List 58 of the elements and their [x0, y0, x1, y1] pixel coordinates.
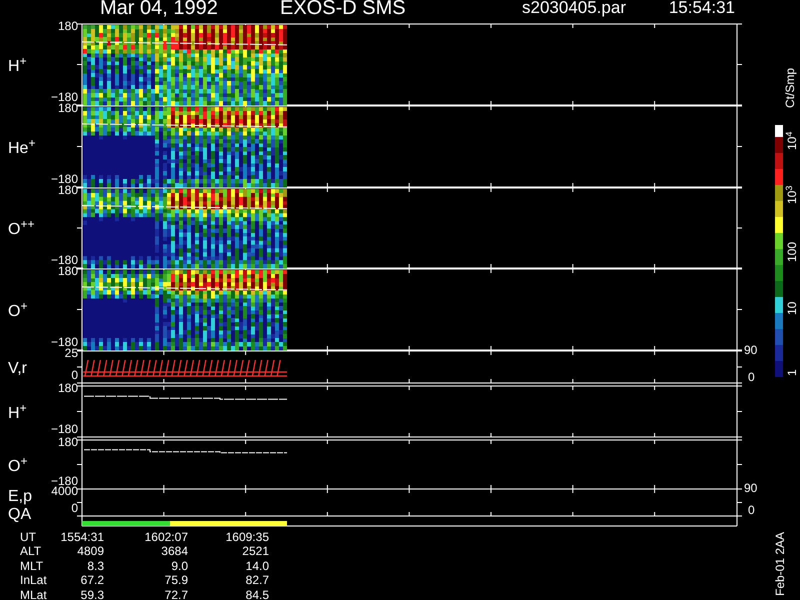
table-cell: 1602:07 [144, 530, 188, 543]
axis-tick-label: 0 [748, 370, 755, 383]
row-label: InLat [20, 574, 47, 586]
color-scale-unit: Ct/Smp [784, 68, 796, 108]
axis-tick-label: −180 [50, 90, 78, 103]
footer-label: Feb-01 2AA [774, 532, 786, 596]
color-scale-tick-label: 10 [786, 302, 798, 315]
panel-label: He$^{+}$ [8, 140, 36, 157]
axis-tick-label: 180 [58, 20, 78, 32]
table-cell: 1609:35 [226, 530, 269, 543]
table-cell: 8.3 [87, 560, 104, 572]
table-cell: 3684 [161, 545, 188, 558]
table-cell: 59.3 [80, 588, 104, 600]
axis-tick-label: 0 [748, 504, 755, 516]
row-label: MLT [20, 560, 44, 572]
row-label: ALT [20, 545, 42, 558]
axis-tick-label: 90 [744, 482, 758, 494]
row-label: MLat [20, 588, 47, 600]
axis-tick-label: 0 [71, 368, 78, 381]
color-scale-tick-label: 100 [786, 242, 798, 262]
row-label: UT [20, 530, 36, 543]
table-cell: 72.7 [164, 588, 188, 600]
instrument-name: EXOS-D SMS [280, 0, 406, 18]
panel-label: O$^{+}$ [8, 458, 28, 475]
panel-label: H$^{+}$ [8, 406, 27, 422]
file-name: s2030405.par [522, 0, 626, 16]
axis-tick-label: −180 [50, 422, 78, 435]
axis-tick-label: 0 [71, 502, 78, 514]
axis-tick-label: 180 [58, 184, 78, 196]
panel-label: E,p [8, 489, 32, 506]
axis-tick-label: −180 [50, 172, 78, 185]
table-cell: 84.5 [246, 588, 269, 600]
panel-label: O$^{++}$ [8, 222, 34, 238]
color-scale-tick-label: 1 [786, 369, 798, 376]
table-cell: 9.0 [171, 560, 188, 572]
panel-label: V,r [8, 361, 27, 378]
table-cell: 1554:31 [60, 530, 104, 543]
axis-tick-label: 180 [58, 382, 78, 394]
table-cell: 75.9 [164, 574, 188, 586]
axis-tick-label: −180 [50, 336, 78, 348]
table-cell: 4809 [77, 545, 104, 558]
axis-tick-label: 180 [58, 264, 78, 277]
axis-tick-label: 90 [744, 344, 758, 356]
table-cell: 2521 [242, 545, 269, 558]
axis-tick-label: 180 [58, 436, 78, 448]
axis-tick-label: 180 [58, 102, 78, 114]
panel-label: H$^{+}$ [8, 58, 27, 75]
panel-label: O$^{+}$ [8, 304, 28, 320]
plot-time: 15:54:31 [668, 0, 735, 16]
axis-tick-label: 4000 [51, 484, 78, 497]
plot-date: Mar 04, 1992 [100, 0, 218, 18]
table-cell: 14.0 [246, 560, 269, 572]
panel-label: QA [8, 507, 32, 524]
table-cell: 67.2 [80, 574, 104, 586]
table-cell: 82.7 [246, 574, 269, 586]
axis-tick-label: −180 [50, 254, 78, 266]
axis-tick-label: −180 [50, 474, 78, 487]
axis-tick-label: 25 [64, 346, 78, 359]
